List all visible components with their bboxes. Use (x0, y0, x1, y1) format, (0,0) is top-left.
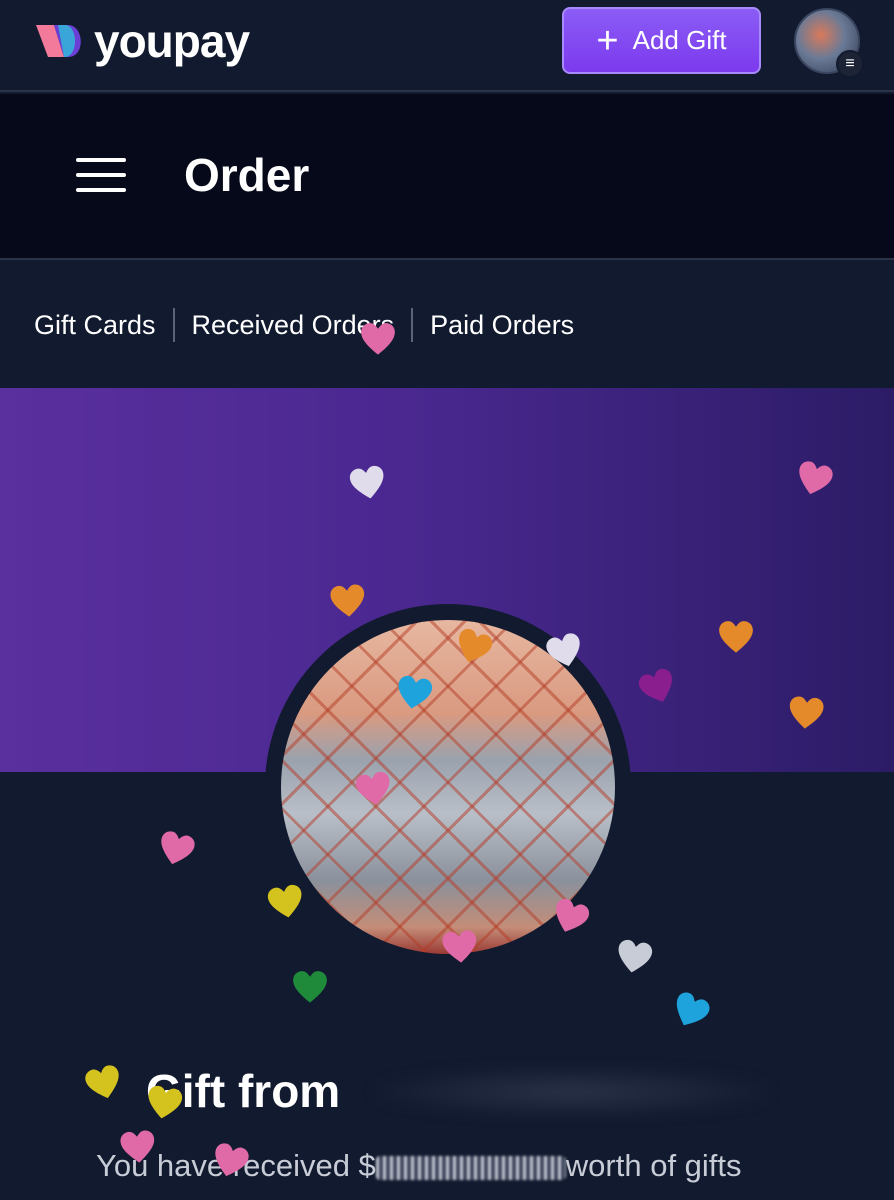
gift-amount-redacted (375, 1155, 566, 1180)
youpay-logo-icon (36, 25, 81, 57)
menu-icon[interactable]: ≡ (836, 50, 864, 78)
heart-confetti-icon (676, 992, 710, 1026)
add-gift-label: Add Gift (632, 25, 727, 55)
heart-confetti-icon (719, 621, 753, 653)
heart-confetti-icon (618, 939, 653, 973)
heart-confetti-icon (330, 584, 365, 617)
heart-confetti-icon (789, 696, 824, 729)
heart-confetti-icon (148, 1085, 183, 1119)
hamburger-icon[interactable] (76, 158, 126, 194)
heart-confetti-icon (355, 771, 390, 805)
tab-divider (411, 308, 414, 342)
heart-confetti-icon (161, 831, 195, 865)
tab-gift-cards[interactable]: Gift Cards (34, 310, 156, 341)
heart-confetti-icon (442, 930, 477, 963)
heart-confetti-icon (361, 323, 395, 355)
heart-confetti-icon (349, 465, 384, 499)
heart-confetti-icon (267, 884, 302, 918)
brand-name: youpay (94, 15, 250, 67)
tab-divider (172, 308, 175, 342)
heart-confetti-icon (120, 1130, 155, 1163)
tab-paid-orders[interactable]: Paid Orders (430, 310, 574, 341)
heart-confetti-icon (85, 1065, 119, 1099)
heart-confetti-icon (398, 675, 433, 709)
plus-icon: + (596, 19, 619, 62)
page-header: Order (0, 94, 894, 260)
gift-subtitle-suffix: worth of gifts (565, 1148, 742, 1183)
order-tabs: Gift Cards Received Orders Paid Orders (0, 262, 894, 388)
sender-name-redacted (372, 1066, 772, 1118)
gift-subtitle: You have received $ worth of gifts (96, 1148, 742, 1184)
logo[interactable]: youpay (34, 15, 250, 67)
heart-confetti-icon (293, 971, 327, 1003)
add-gift-button[interactable]: + Add Gift (562, 7, 761, 74)
page-title: Order (184, 149, 310, 201)
top-bar: youpay + Add Gift ≡ (0, 0, 894, 92)
